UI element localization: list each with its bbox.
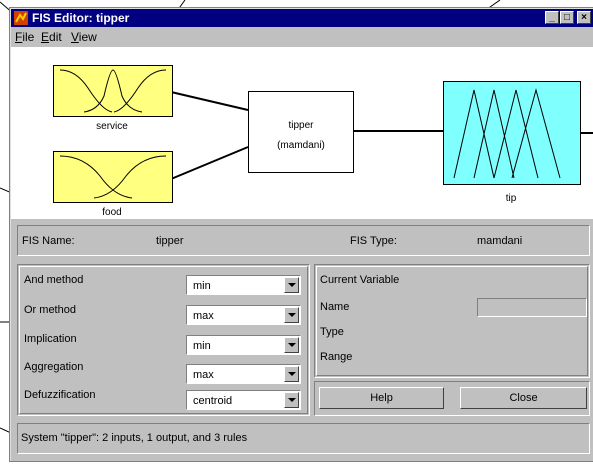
variable-name-label: Name <box>320 301 350 313</box>
fis-name-label: FIS Name: <box>22 235 75 247</box>
or-method-value: max <box>193 310 214 322</box>
input-service-label: service <box>96 121 128 132</box>
tip-membership-icon <box>453 88 561 179</box>
chevron-down-icon <box>284 366 299 382</box>
aggregation-value: max <box>193 369 214 381</box>
aggregation-select[interactable]: max <box>186 364 301 384</box>
menu-file[interactable]: File <box>15 30 34 44</box>
current-variable-panel: Current Variable Name Type Range <box>314 264 590 378</box>
minimize-button[interactable]: _ <box>545 11 559 24</box>
variable-name-field[interactable] <box>477 298 587 317</box>
implication-label: Implication <box>24 333 77 345</box>
output-tip-box[interactable] <box>443 81 581 185</box>
defuzzification-value: centroid <box>193 395 233 407</box>
chevron-down-icon <box>284 392 299 408</box>
chevron-down-icon <box>284 337 299 353</box>
service-membership-icon <box>59 69 167 113</box>
or-method-select[interactable]: max <box>186 305 301 325</box>
menu-view[interactable]: View <box>71 30 97 44</box>
system-type: (mamdani) <box>277 140 325 151</box>
fis-name-value: tipper <box>156 235 184 247</box>
or-method-label: Or method <box>24 304 76 316</box>
close-window-button[interactable]: × <box>577 11 591 24</box>
fis-diagram: service food tipper (mamdani) tip <box>11 47 593 219</box>
fis-info-panel: FIS Name: tipper FIS Type: mamdani <box>17 225 590 256</box>
food-membership-icon <box>59 155 167 199</box>
window-title: FIS Editor: tipper <box>32 11 130 25</box>
status-bar: System "tipper": 2 inputs, 1 output, and… <box>17 423 590 454</box>
implication-select[interactable]: min <box>186 335 301 355</box>
system-box[interactable]: tipper (mamdani) <box>248 91 354 173</box>
menu-edit[interactable]: Edit <box>41 30 62 44</box>
variable-type-label: Type <box>320 326 344 338</box>
current-variable-header: Current Variable <box>320 274 400 286</box>
status-text: System "tipper": 2 inputs, 1 output, and… <box>21 432 248 444</box>
and-method-label: And method <box>24 274 84 286</box>
and-method-value: min <box>193 280 211 292</box>
input-food-label: food <box>102 207 122 218</box>
variable-range-label: Range <box>320 351 353 363</box>
chevron-down-icon <box>284 307 299 323</box>
input-service-box[interactable] <box>53 65 173 117</box>
matlab-logo-icon <box>14 11 28 25</box>
close-button[interactable]: Close <box>460 387 587 409</box>
help-button[interactable]: Help <box>319 387 444 409</box>
methods-panel: And method min Or method max Implication… <box>17 264 310 416</box>
aggregation-label: Aggregation <box>24 361 84 373</box>
fis-type-value: mamdani <box>477 235 523 247</box>
fis-editor-window: FIS Editor: tipper _ □ × File Edit View … <box>10 8 593 461</box>
title-bar[interactable]: FIS Editor: tipper _ □ × <box>11 9 593 27</box>
input-food-box[interactable] <box>53 151 173 203</box>
and-method-select[interactable]: min <box>186 275 301 295</box>
chevron-down-icon <box>284 277 299 293</box>
implication-value: min <box>193 340 211 352</box>
defuzzification-label: Defuzzification <box>24 389 96 401</box>
menu-bar: File Edit View <box>11 28 593 46</box>
buttons-panel: Help Close <box>314 381 590 416</box>
output-tip-label: tip <box>505 193 517 204</box>
system-name: tipper <box>288 120 314 131</box>
defuzzification-select[interactable]: centroid <box>186 390 301 410</box>
fis-type-label: FIS Type: <box>350 235 397 247</box>
maximize-button[interactable]: □ <box>560 11 574 24</box>
